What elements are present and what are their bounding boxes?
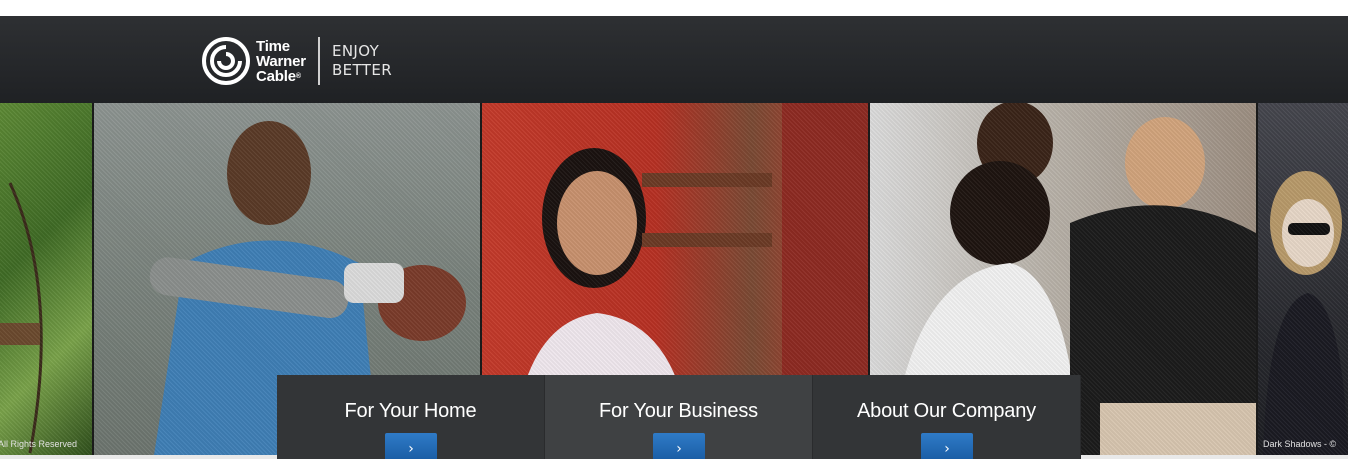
chevron-right-icon: › [676,441,682,457]
dark-shadows-figure [1263,171,1348,455]
dark-shadows-photo[interactable]: Dark Shadows - © [1258,103,1348,455]
logo-line-cable: Cable [256,67,296,85]
photo-caption-right: Dark Shadows - © [1263,439,1337,449]
photo-caption-left: All Rights Reserved [0,439,78,449]
archer-photo[interactable]: All Rights Reserved [0,103,92,455]
logo-line-time: Time [256,37,290,55]
company-arrow-button[interactable]: › [921,433,973,459]
nav-label-company: About Our Company [857,400,1036,422]
eye-logo-icon [202,37,250,85]
chevron-right-icon: › [408,441,414,457]
archer-figure [0,182,43,454]
tagline-line-1: ENJOY [331,42,380,60]
top-gap [0,0,1348,16]
logo-wordmark: Time Warner Cable® [256,39,306,84]
site-header: Time Warner Cable® ENJOY BETTER [0,16,1348,103]
nav-item-home[interactable]: For Your Home › [277,375,545,459]
nav-item-company[interactable]: About Our Company › [813,375,1081,459]
chevron-right-icon: › [944,441,950,457]
nav-label-business: For Your Business [599,400,758,422]
nav-label-home: For Your Home [344,400,477,422]
business-arrow-button[interactable]: › [653,433,705,459]
audience-nav: For Your Home › For Your Business › Abou… [277,375,1081,459]
nav-item-business[interactable]: For Your Business › [545,375,813,459]
logo-divider [317,37,320,85]
home-arrow-button[interactable]: › [385,433,437,459]
twc-logo[interactable]: Time Warner Cable® ENJOY BETTER [200,35,392,87]
registered-mark: ® [295,72,301,80]
tagline-line-2: BETTER [331,61,393,79]
logo-line-warner: Warner [256,52,306,70]
tagline: ENJOY BETTER [332,42,392,80]
